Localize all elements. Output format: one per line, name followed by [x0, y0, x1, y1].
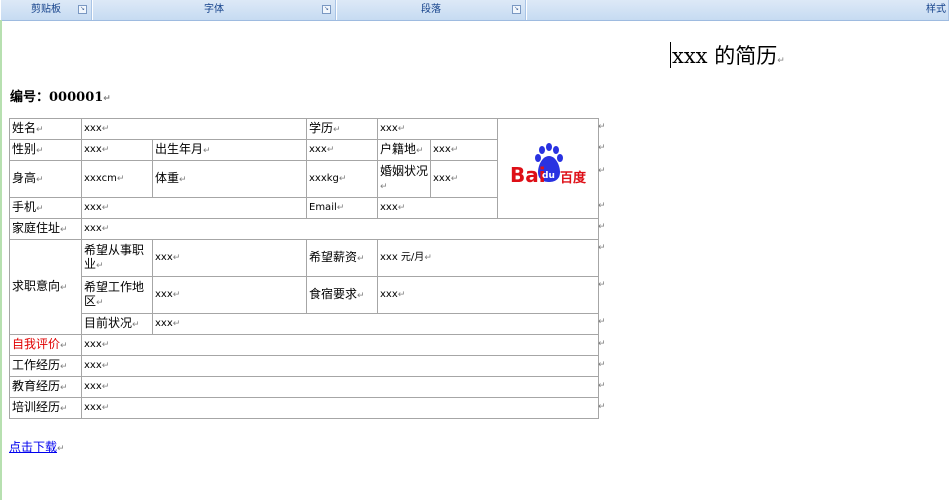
row-end-mark-icon: ↵ — [598, 381, 606, 391]
ribbon-group-label: 样式 — [926, 4, 946, 15]
ribbon-group-clipboard: 剪贴板 ↘ — [0, 0, 92, 20]
row-end-mark-icon: ↵ — [598, 143, 606, 153]
paragraph-mark-icon: ↵ — [103, 94, 111, 104]
current-status-label: 目前状况↵ — [81, 313, 153, 335]
hukou-value[interactable]: xxx↵ — [430, 139, 498, 161]
ribbon-group-paragraph: 段落 ↘ — [336, 0, 526, 20]
serial-label: 编号： — [10, 90, 50, 105]
download-link[interactable]: 点击下载↵ — [9, 438, 65, 455]
education-history-value[interactable]: xxx↵ — [81, 376, 599, 398]
weight-value[interactable]: xxxkg↵ — [306, 160, 378, 198]
weight-label: 体重↵ — [152, 160, 307, 198]
marital-value[interactable]: xxx↵ — [430, 160, 498, 198]
row-end-mark-icon: ↵ — [598, 360, 606, 370]
education-value[interactable]: xxx↵ — [377, 118, 498, 140]
education-label: 学历↵ — [306, 118, 378, 140]
address-value[interactable]: xxx↵ — [81, 218, 599, 240]
baidu-logo-icon: Bai du 百度 — [510, 142, 587, 187]
text-cursor — [670, 42, 671, 68]
dialog-launcher-icon[interactable]: ↘ — [78, 5, 87, 14]
height-label: 身高↵ — [9, 160, 82, 198]
table-row: 自我评价↵ xxx↵ — [9, 334, 599, 356]
work-history-label: 工作经历↵ — [9, 355, 82, 377]
accommodation-label: 食宿要求↵ — [306, 276, 378, 314]
resume-table: 姓名↵ xxx↵ 学历↵ xxx↵ Bai du 百度 性别↵ xxx↵ 出生年… — [9, 118, 599, 419]
paragraph-mark-icon: ↵ — [777, 56, 785, 66]
ribbon-group-label: 剪贴板 — [31, 4, 61, 15]
ribbon-group-label: 字体 — [204, 4, 224, 15]
gender-label: 性别↵ — [9, 139, 82, 161]
document-title[interactable]: xxx 的简历↵ — [670, 40, 785, 70]
accommodation-value[interactable]: xxx↵ — [377, 276, 599, 314]
hukou-label: 户籍地↵ — [377, 139, 431, 161]
current-status-value[interactable]: xxx↵ — [152, 313, 599, 335]
svg-text:百度: 百度 — [560, 170, 587, 186]
row-end-mark-icon: ↵ — [598, 166, 606, 176]
name-value[interactable]: xxx↵ — [81, 118, 307, 140]
row-end-mark-icon: ↵ — [598, 243, 606, 253]
desired-job-value[interactable]: xxx↵ — [152, 239, 307, 277]
birth-value[interactable]: xxx↵ — [306, 139, 378, 161]
serial-number[interactable]: 编号：000001↵ — [10, 86, 111, 105]
dialog-launcher-icon[interactable]: ↘ — [322, 5, 331, 14]
desired-location-label: 希望工作地区↵ — [81, 276, 153, 314]
intent-label: 求职意向↵ — [9, 239, 82, 335]
paragraph-mark-icon: ↵ — [57, 444, 65, 454]
desired-salary-value[interactable]: xxx 元/月↵ — [377, 239, 599, 277]
email-label: Email↵ — [306, 197, 378, 219]
table-row: 希望工作地区↵ xxx↵ 食宿要求↵ xxx↵ — [10, 276, 599, 314]
ribbon-group-label: 段落 — [421, 4, 441, 15]
work-history-value[interactable]: xxx↵ — [81, 355, 599, 377]
row-end-mark-icon: ↵ — [598, 339, 606, 349]
row-end-mark-icon: ↵ — [598, 280, 606, 290]
training-history-value[interactable]: xxx↵ — [81, 397, 599, 419]
self-eval-label: 自我评价↵ — [9, 334, 82, 356]
self-eval-value[interactable]: xxx↵ — [81, 334, 599, 356]
desired-salary-label: 希望薪资↵ — [306, 239, 378, 277]
table-row: 姓名↵ xxx↵ 学历↵ xxx↵ Bai du 百度 — [9, 118, 599, 219]
table-row: 教育经历↵ xxx↵ — [9, 376, 599, 398]
desired-job-label: 希望从事职业↵ — [81, 239, 153, 277]
row-end-mark-icon: ↵ — [598, 201, 606, 211]
desired-location-value[interactable]: xxx↵ — [152, 276, 307, 314]
row-end-mark-icon: ↵ — [598, 402, 606, 412]
dialog-launcher-icon[interactable]: ↘ — [512, 5, 521, 14]
table-row: 培训经历↵ xxx↵ — [9, 397, 599, 419]
address-label: 家庭住址↵ — [9, 218, 82, 240]
mobile-label: 手机↵ — [9, 197, 82, 219]
row-end-mark-icon: ↵ — [598, 122, 606, 132]
svg-text:Bai: Bai — [510, 163, 546, 187]
title-text: xxx 的简历 — [672, 44, 778, 68]
ribbon-group-styles: 样式 — [526, 0, 949, 20]
training-history-label: 培训经历↵ — [9, 397, 82, 419]
ribbon-group-bar: 剪贴板 ↘ 字体 ↘ 段落 ↘ 样式 — [0, 0, 949, 21]
education-history-label: 教育经历↵ — [9, 376, 82, 398]
mobile-value[interactable]: xxx↵ — [81, 197, 307, 219]
table-row: 工作经历↵ xxx↵ — [9, 355, 599, 377]
ribbon-group-font: 字体 ↘ — [92, 0, 336, 20]
height-value[interactable]: xxxcm↵ — [81, 160, 153, 198]
gender-value[interactable]: xxx↵ — [81, 139, 153, 161]
svg-text:du: du — [542, 171, 555, 181]
birth-label: 出生年月↵ — [152, 139, 307, 161]
email-value[interactable]: xxx↵ — [377, 197, 498, 219]
row-end-mark-icon: ↵ — [598, 317, 606, 327]
table-row: 目前状况↵ xxx↵ — [10, 313, 599, 335]
photo-cell: Bai du 百度 — [497, 118, 599, 219]
serial-value: 000001 — [49, 90, 104, 105]
page-left-edge — [0, 20, 2, 500]
marital-label: 婚姻状况↵ — [377, 160, 431, 198]
table-row: 求职意向↵ 希望从事职业↵ xxx↵ 希望薪资↵ xxx 元/月↵ — [9, 239, 599, 335]
row-end-mark-icon: ↵ — [598, 222, 606, 232]
name-label: 姓名↵ — [9, 118, 82, 140]
table-row: 家庭住址↵ xxx↵ — [9, 218, 599, 240]
